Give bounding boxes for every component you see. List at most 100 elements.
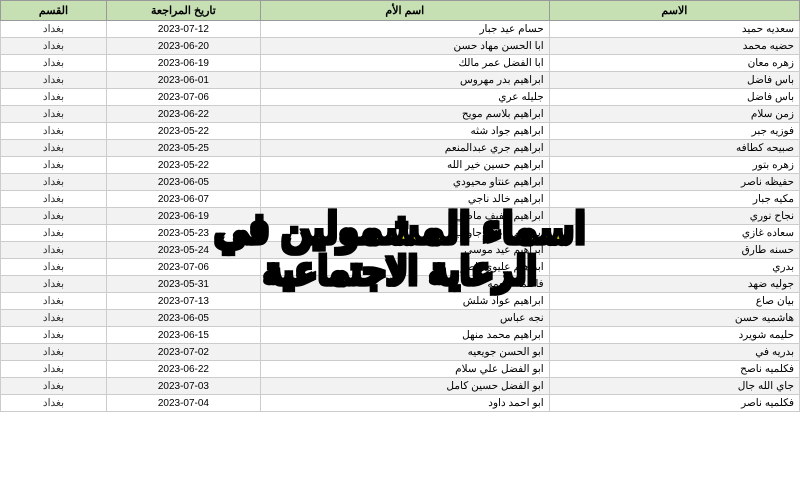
header-name: الاسم	[549, 1, 799, 21]
cell-name: باس فاضل	[549, 72, 799, 89]
cell-date: 2023-06-22	[106, 361, 260, 378]
cell-name: حفيظه ناصر	[549, 174, 799, 191]
table-row: حضيه محمدابا الحسن مهاد حسن2023-06-20بغد…	[1, 38, 800, 55]
cell-date: 2023-06-05	[106, 310, 260, 327]
table-row: سعاده غازيابراهيم راضي جاويب2023-05-23بغ…	[1, 225, 800, 242]
table-row: جوليه ضهدفاطمه طعمه2023-05-31بغداد	[1, 276, 800, 293]
cell-city: بغداد	[1, 225, 107, 242]
cell-city: بغداد	[1, 55, 107, 72]
cell-name: بدريه في	[549, 344, 799, 361]
cell-mother: حسام عيد جبار	[260, 21, 549, 38]
cell-mother: ابو الحسن جويعيه	[260, 344, 549, 361]
cell-city: بغداد	[1, 89, 107, 106]
cell-date: 2023-06-15	[106, 327, 260, 344]
table-row: باس فاضلجليله عري2023-07-06بغداد	[1, 89, 800, 106]
cell-date: 2023-06-19	[106, 208, 260, 225]
table-row: فكلميه ناصحابو الفضل علي سلام2023-06-22ب…	[1, 361, 800, 378]
cell-mother: ابراهيم راضي جاويب	[260, 225, 549, 242]
header-date: تاريخ المراجعة	[106, 1, 260, 21]
table-row: صبيحه كطافهابراهيم جري عبدالمنعم2023-05-…	[1, 140, 800, 157]
table-row: سعديه حميدحسام عيد جبار2023-07-12بغداد	[1, 21, 800, 38]
cell-mother: ابراهيم جري عبدالمنعم	[260, 140, 549, 157]
cell-date: 2023-05-23	[106, 225, 260, 242]
cell-city: بغداد	[1, 378, 107, 395]
table-row: زمن سلامابراهيم بلاسم مويح2023-06-22بغدا…	[1, 106, 800, 123]
table-row: حليمه شويردابراهيم محمد منهل2023-06-15بغ…	[1, 327, 800, 344]
table-row: بدريابراهيم عليوي ناصر2023-07-06بغداد	[1, 259, 800, 276]
cell-date: 2023-05-25	[106, 140, 260, 157]
data-table: الاسم اسم الأم تاريخ المراجعة القسم سعدي…	[0, 0, 800, 412]
cell-date: 2023-07-06	[106, 89, 260, 106]
cell-city: بغداد	[1, 344, 107, 361]
cell-city: بغداد	[1, 21, 107, 38]
table-row: زهره بتورابراهيم حسين خير الله2023-05-22…	[1, 157, 800, 174]
table-row: بيان صاعابراهيم عواد شلش2023-07-13بغداد	[1, 293, 800, 310]
cell-mother: ابراهيم عواد شلش	[260, 293, 549, 310]
cell-city: بغداد	[1, 259, 107, 276]
cell-name: زهره بتور	[549, 157, 799, 174]
cell-name: زمن سلام	[549, 106, 799, 123]
cell-city: بغداد	[1, 293, 107, 310]
cell-city: بغداد	[1, 208, 107, 225]
table-row: حسنه طارقابراهيم عيد موسى2023-05-24بغداد	[1, 242, 800, 259]
cell-date: 2023-06-07	[106, 191, 260, 208]
cell-date: 2023-06-20	[106, 38, 260, 55]
cell-date: 2023-07-12	[106, 21, 260, 38]
table-row: بدريه فيابو الحسن جويعيه2023-07-02بغداد	[1, 344, 800, 361]
cell-date: 2023-06-19	[106, 55, 260, 72]
cell-name: هاشميه حسن	[549, 310, 799, 327]
cell-city: بغداد	[1, 191, 107, 208]
cell-date: 2023-07-13	[106, 293, 260, 310]
cell-name: فوزيه جبر	[549, 123, 799, 140]
cell-date: 2023-05-24	[106, 242, 260, 259]
table-header-row: الاسم اسم الأم تاريخ المراجعة القسم	[1, 1, 800, 21]
table-row: هاشميه حسننجه عباس2023-06-05بغداد	[1, 310, 800, 327]
cell-mother: ابراهيم عليوي ناصر	[260, 259, 549, 276]
cell-mother: نجه عباس	[260, 310, 549, 327]
header-mother: اسم الأم	[260, 1, 549, 21]
table-row: حفيظه ناصرابراهيم عنتاو محيودي2023-06-05…	[1, 174, 800, 191]
cell-date: 2023-06-05	[106, 174, 260, 191]
cell-mother: ابا الفضل عمر مالك	[260, 55, 549, 72]
cell-date: 2023-07-06	[106, 259, 260, 276]
table-row: مكيه جبارابراهيم خالد ناجي2023-06-07بغدا…	[1, 191, 800, 208]
cell-mother: ابراهيم خالد ناجي	[260, 191, 549, 208]
cell-city: بغداد	[1, 361, 107, 378]
cell-date: 2023-07-02	[106, 344, 260, 361]
cell-name: زهره معان	[549, 55, 799, 72]
cell-name: حليمه شويرد	[549, 327, 799, 344]
cell-city: بغداد	[1, 395, 107, 412]
cell-name: صبيحه كطافه	[549, 140, 799, 157]
cell-name: باس فاضل	[549, 89, 799, 106]
cell-mother: ابراهيم جواد شثه	[260, 123, 549, 140]
cell-name: بيان صاع	[549, 293, 799, 310]
cell-city: بغداد	[1, 327, 107, 344]
cell-city: بغداد	[1, 72, 107, 89]
cell-name: جوليه ضهد	[549, 276, 799, 293]
table-row: زهره معانابا الفضل عمر مالك2023-06-19بغد…	[1, 55, 800, 72]
cell-city: بغداد	[1, 140, 107, 157]
cell-mother: فاطمه طعمه	[260, 276, 549, 293]
cell-date: 2023-07-04	[106, 395, 260, 412]
cell-city: بغداد	[1, 310, 107, 327]
cell-date: 2023-05-31	[106, 276, 260, 293]
table-row: نجاح نوريابراهيم خفيف ماضي2023-06-19بغدا…	[1, 208, 800, 225]
cell-mother: ابراهيم عيد موسى	[260, 242, 549, 259]
cell-date: 2023-05-22	[106, 157, 260, 174]
cell-name: فكلميه ناصح	[549, 361, 799, 378]
cell-name: فكلميه ناصر	[549, 395, 799, 412]
cell-name: جاي الله جال	[549, 378, 799, 395]
cell-name: مكيه جبار	[549, 191, 799, 208]
cell-date: 2023-06-22	[106, 106, 260, 123]
cell-mother: ابراهيم بلاسم مويح	[260, 106, 549, 123]
cell-date: 2023-07-03	[106, 378, 260, 395]
cell-mother: ابراهيم خفيف ماضي	[260, 208, 549, 225]
cell-mother: ابراهيم عنتاو محيودي	[260, 174, 549, 191]
cell-date: 2023-05-22	[106, 123, 260, 140]
cell-mother: ابا الحسن مهاد حسن	[260, 38, 549, 55]
cell-mother: ابراهيم حسين خير الله	[260, 157, 549, 174]
cell-mother: ابو احمد داود	[260, 395, 549, 412]
table-row: جاي الله جالابو الفضل حسين كامل2023-07-0…	[1, 378, 800, 395]
main-container: الاسم اسم الأم تاريخ المراجعة القسم سعدي…	[0, 0, 800, 500]
cell-city: بغداد	[1, 157, 107, 174]
